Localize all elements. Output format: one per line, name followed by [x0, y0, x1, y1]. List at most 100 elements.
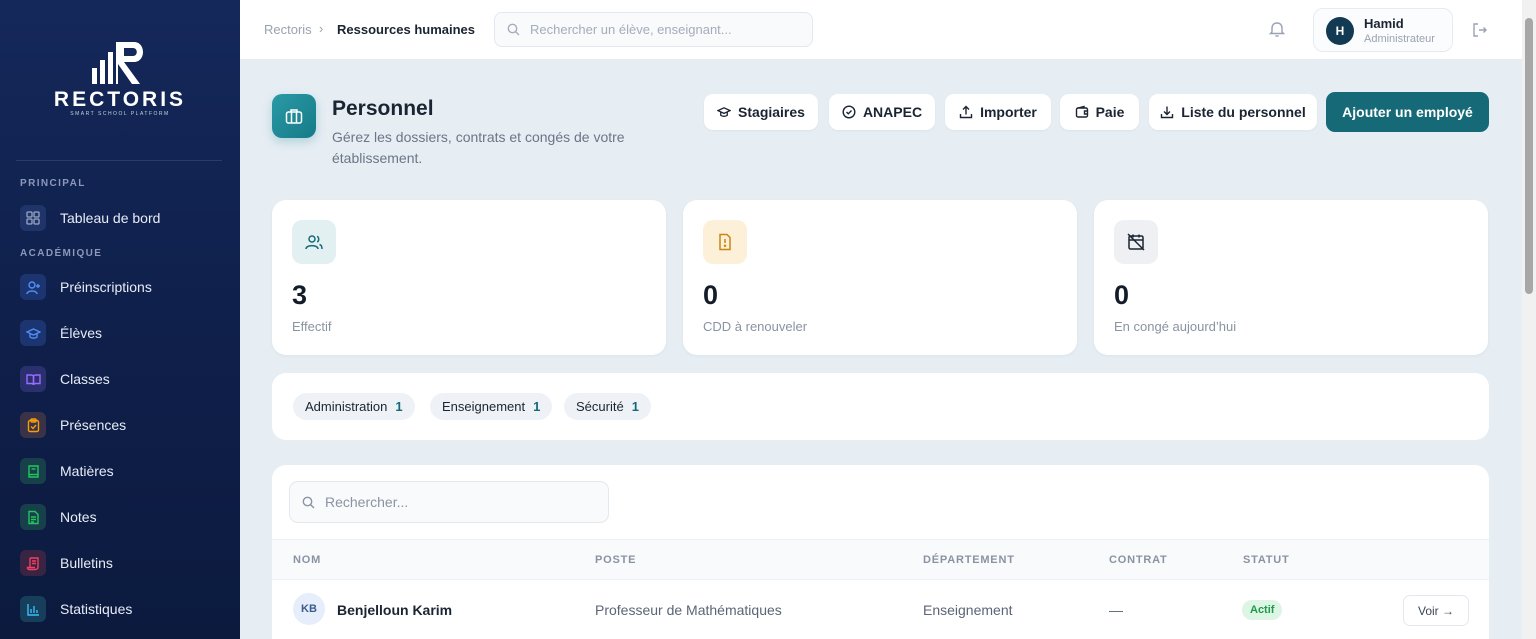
sidebar-item-bulletins[interactable]: Bulletins	[20, 548, 220, 578]
sidebar-item-statistiques[interactable]: Statistiques	[20, 594, 220, 624]
file-text-icon	[20, 504, 46, 530]
avatar: H	[1326, 17, 1354, 45]
stagiaires-button[interactable]: Stagiaires	[704, 94, 818, 130]
departments-filter-bar: Administration 1 Enseignement 1 Sécurité…	[272, 373, 1489, 440]
global-search-placeholder: Rechercher un élève, enseignant...	[530, 22, 732, 37]
brand-name: RECTORIS	[53, 88, 187, 111]
stat-label: En congé aujourd’hui	[1114, 319, 1237, 334]
status-badge: Actif	[1242, 600, 1283, 620]
stagiaires-label: Stagiaires	[738, 104, 805, 120]
department-chip-securite[interactable]: Sécurité 1	[564, 393, 651, 420]
sidebar-section-academique: ACADÉMIQUE	[20, 248, 103, 259]
alert-file-icon	[703, 220, 747, 264]
sidebar-item-label: Statistiques	[60, 601, 133, 617]
logout-icon[interactable]	[1471, 21, 1489, 39]
table-header: NOM POSTE DÉPARTEMENT CONTRAT STATUT	[272, 539, 1489, 580]
anapec-button[interactable]: ANAPEC	[829, 94, 935, 130]
employee-search-input[interactable]: Rechercher...	[289, 481, 609, 523]
sidebar-item-label: Notes	[60, 509, 97, 525]
global-search-input[interactable]: Rechercher un élève, enseignant...	[494, 12, 813, 47]
page-subtitle: Gérez les dossiers, contrats et congés d…	[332, 129, 625, 166]
download-icon	[1161, 106, 1174, 119]
book-open-icon	[20, 366, 46, 392]
scrollbar-thumb[interactable]	[1525, 18, 1533, 294]
breadcrumb-chevron-icon: ›	[319, 21, 324, 36]
department-count: 1	[533, 399, 541, 414]
department-count: 1	[395, 399, 403, 414]
employee-departement: Enseignement	[923, 602, 1013, 618]
employee-search-placeholder: Rechercher...	[325, 494, 409, 510]
sidebar-item-matieres[interactable]: Matières	[20, 456, 220, 486]
calendar-off-icon	[1114, 220, 1158, 264]
department-name: Enseignement	[442, 399, 526, 414]
sidebar-item-eleves[interactable]: Élèves	[20, 318, 220, 348]
department-chip-enseignement[interactable]: Enseignement 1	[430, 393, 553, 420]
department-count: 1	[631, 399, 639, 414]
stat-value: 0	[1114, 280, 1130, 310]
book-icon	[20, 458, 46, 484]
table-row[interactable]: KB Benjelloun Karim Professeur de Mathém…	[272, 580, 1489, 639]
user-plus-icon	[20, 274, 46, 300]
sidebar-item-label: Élèves	[60, 325, 103, 341]
sidebar-divider	[16, 160, 222, 161]
search-icon	[507, 23, 520, 36]
liste-personnel-button[interactable]: Liste du personnel	[1149, 94, 1317, 130]
sidebar-item-label: Classes	[60, 371, 110, 387]
employee-name: Benjelloun Karim	[337, 602, 453, 618]
check-circle-icon	[842, 105, 856, 119]
top-bar: Rectoris › Ressources humaines Recherche…	[240, 0, 1522, 60]
paie-button[interactable]: Paie	[1060, 94, 1139, 130]
sidebar-item-tableau-de-bord[interactable]: Tableau de bord	[20, 203, 220, 233]
department-chip-administration[interactable]: Administration 1	[293, 393, 415, 420]
sidebar-item-classes[interactable]: Classes	[20, 364, 220, 394]
bar-chart-icon	[20, 596, 46, 622]
users-icon	[292, 220, 336, 264]
column-header-departement[interactable]: DÉPARTEMENT	[923, 554, 1015, 566]
search-icon	[302, 496, 315, 508]
liste-personnel-label: Liste du personnel	[1181, 104, 1306, 120]
avatar: KB	[293, 593, 325, 625]
column-header-statut[interactable]: STATUT	[1243, 554, 1290, 566]
anapec-label: ANAPEC	[862, 104, 923, 120]
sidebar-item-label: Matières	[60, 463, 114, 479]
brand-logo[interactable]: RECTORIS SMART SCHOOL PLATFORM	[40, 38, 200, 124]
importer-label: Importer	[980, 104, 1037, 120]
wallet-icon	[1075, 105, 1088, 118]
paie-label: Paie	[1095, 104, 1125, 120]
column-header-poste[interactable]: POSTE	[595, 554, 636, 566]
add-employee-button[interactable]: Ajouter un employé	[1326, 92, 1489, 132]
stat-label: Effectif	[292, 319, 332, 334]
stat-card-cdd: 0 CDD à renouveler	[683, 200, 1077, 355]
user-role: Administrateur	[1364, 33, 1435, 45]
brand-tagline: SMART SCHOOL PLATFORM	[70, 111, 170, 117]
sidebar: RECTORIS SMART SCHOOL PLATFORM PRINCIPAL…	[0, 0, 240, 639]
sidebar-item-label: Préinscriptions	[60, 279, 152, 295]
grid-icon	[20, 205, 46, 231]
employee-poste: Professeur de Mathématiques	[595, 602, 782, 618]
logo-mark-icon	[92, 42, 143, 84]
stat-value: 0	[703, 280, 719, 310]
stat-label: CDD à renouveler	[703, 319, 808, 334]
breadcrumb-current: Ressources humaines	[337, 22, 476, 37]
breadcrumb-root[interactable]: Rectoris	[264, 22, 312, 37]
importer-button[interactable]: Importer	[945, 94, 1051, 130]
department-name: Sécurité	[576, 399, 624, 414]
bell-icon[interactable]	[1268, 20, 1286, 38]
sidebar-item-notes[interactable]: Notes	[20, 502, 220, 532]
graduation-cap-icon	[20, 320, 46, 346]
column-header-contrat[interactable]: CONTRAT	[1109, 554, 1168, 566]
stat-value: 3	[292, 280, 308, 310]
column-header-nom[interactable]: NOM	[293, 554, 321, 566]
graduation-cap-icon	[717, 107, 732, 117]
stat-card-effectif: 3 Effectif	[272, 200, 666, 355]
employees-table-card: Rechercher... NOM POSTE DÉPARTEMENT CONT…	[272, 465, 1489, 639]
department-name: Administration	[305, 399, 388, 414]
clipboard-check-icon	[20, 412, 46, 438]
sidebar-item-preinscriptions[interactable]: Préinscriptions	[20, 272, 220, 302]
upload-icon	[959, 105, 973, 119]
sidebar-item-label: Tableau de bord	[60, 210, 161, 226]
sidebar-item-presences[interactable]: Présences	[20, 410, 220, 440]
page-title: Personnel	[332, 97, 434, 120]
user-menu[interactable]: H Hamid Administrateur	[1313, 8, 1453, 52]
view-employee-button[interactable]: Voir →	[1403, 595, 1469, 626]
